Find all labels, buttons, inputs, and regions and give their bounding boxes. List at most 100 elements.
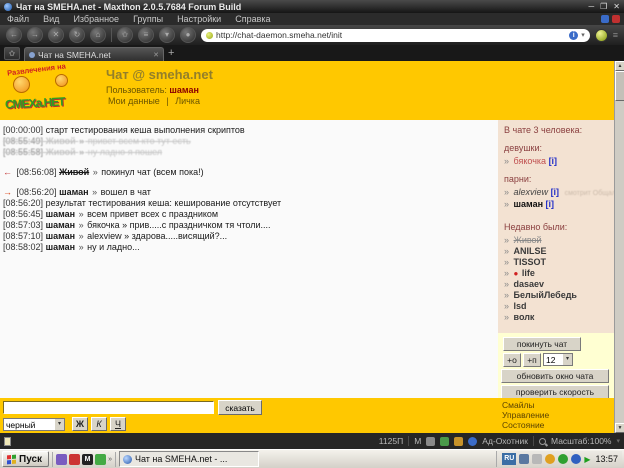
groups-button[interactable]: ≡ [138, 27, 154, 43]
bold-button[interactable]: Ж [72, 417, 88, 431]
back-button[interactable]: ← [6, 27, 22, 43]
images-icon[interactable] [440, 437, 449, 446]
recent-user-item: » БелыйЛебедь [504, 290, 608, 301]
logo-text-bottom: СМЕХа.НЕТ [5, 94, 65, 111]
tray-icon[interactable] [519, 454, 529, 464]
proxy-icon[interactable] [454, 437, 463, 446]
menu-view[interactable]: Вид [36, 14, 66, 24]
tab-chat[interactable]: Чат на SMEHA.net ✕ [24, 47, 164, 61]
refresh-chat-button[interactable]: обновить окно чата [501, 369, 609, 383]
menu-help[interactable]: Справка [228, 14, 277, 24]
tray-icon[interactable] [545, 454, 555, 464]
say-button[interactable]: сказать [218, 400, 262, 415]
forward-button[interactable]: → [27, 27, 43, 43]
info-icon[interactable]: i [569, 31, 578, 40]
my-data-link[interactable]: Мои данные [108, 96, 160, 106]
scrollbar-thumb[interactable] [615, 71, 624, 101]
document-icon [4, 437, 11, 446]
user-link[interactable]: шаман [514, 199, 544, 209]
minimize-button[interactable]: ─ [588, 2, 594, 11]
recent-users-label: Недавно были: [504, 222, 608, 233]
toggle-panel-button[interactable]: +п [523, 353, 541, 367]
new-tab-button[interactable]: + [168, 46, 174, 60]
quick-launch-icon[interactable] [69, 454, 80, 465]
printer-icon[interactable] [426, 437, 435, 446]
state-link[interactable]: Состояние [502, 420, 549, 430]
chat-message-join: → [08:56:20] шаман » вошел в чат [3, 187, 495, 198]
quick-launch-overflow-icon[interactable]: » [108, 456, 112, 463]
leave-chat-button[interactable]: покинуть чат [503, 337, 581, 351]
message-input[interactable] [3, 401, 214, 414]
italic-button[interactable]: К [91, 417, 107, 431]
refresh-button[interactable]: ↻ [69, 27, 85, 43]
close-button[interactable]: ✕ [613, 2, 620, 11]
text-color-select[interactable]: черный ▾ [3, 418, 65, 431]
tools-button[interactable]: ● [180, 27, 196, 43]
address-bar[interactable]: http://chat-daemon.smeha.net/init i ▾ [201, 29, 590, 42]
go-button[interactable] [595, 29, 608, 42]
taskbar: Пуск M » Чат на SMEHA.net - ... RU ▶ 13:… [0, 449, 624, 468]
user-info-link[interactable]: [i] [549, 156, 558, 166]
user-info-link[interactable]: [i] [551, 187, 560, 197]
chat-message-area[interactable]: [00:00:00] старт тестирования кеша выпол… [0, 120, 498, 398]
zoom-dropdown-icon[interactable]: ▾ [616, 437, 620, 445]
smeha-logo[interactable]: Развлечения на СМЕХа.НЕТ [3, 63, 97, 118]
user-link[interactable]: life [522, 268, 535, 278]
browser-task-icon [123, 455, 132, 464]
quick-launch-icon[interactable] [56, 454, 67, 465]
maxthon-quick-launch-icon[interactable]: M [82, 454, 93, 465]
scroll-down-icon[interactable]: ▼ [615, 423, 624, 433]
tab-close-icon[interactable]: ✕ [153, 51, 159, 59]
toggle-window-button[interactable]: +о [503, 353, 521, 367]
menu-favorites[interactable]: Избранное [66, 14, 126, 24]
url-text[interactable]: http://chat-daemon.smeha.net/init [216, 30, 566, 40]
smileys-link[interactable]: Смайлы [502, 400, 549, 410]
menu-file[interactable]: Файл [0, 14, 36, 24]
user-link[interactable]: волк [514, 312, 535, 322]
maximize-button[interactable]: ❐ [600, 2, 607, 11]
user-link[interactable]: dasaev [514, 279, 545, 289]
private-messages-link[interactable]: Личка [175, 96, 200, 106]
quick-launch-icon[interactable] [95, 454, 106, 465]
taskbar-window-button[interactable]: Чат на SMEHA.net - ... [119, 451, 259, 467]
home-button[interactable]: ⌂ [90, 27, 106, 43]
menu-groups[interactable]: Группы [126, 14, 170, 24]
user-line: Пользователь: шаман [106, 85, 199, 95]
zoom-level[interactable]: Масштаб:100% [551, 436, 611, 446]
tray-icon[interactable] [558, 454, 568, 464]
quick-access-button[interactable]: ✩ [4, 47, 20, 60]
start-button[interactable]: Пуск [2, 451, 49, 467]
user-link[interactable]: alexview [514, 187, 549, 197]
stop-button[interactable]: ✕ [48, 27, 64, 43]
font-size-select[interactable]: 12 ▾ [543, 353, 573, 366]
tray-play-icon[interactable]: ▶ [584, 455, 590, 464]
adhunter-label[interactable]: Ад-Охотник [482, 436, 528, 446]
recent-user-item: » Живой [504, 235, 608, 246]
language-indicator[interactable]: RU [502, 453, 516, 465]
compose-area: сказать черный ▾ Ж К Ч Смайлы Управление… [0, 398, 614, 433]
tray-icon[interactable] [532, 454, 542, 464]
underline-button[interactable]: Ч [110, 417, 126, 431]
user-link[interactable]: ANILSE [514, 246, 547, 256]
toolbar-overflow-icon[interactable]: ≡ [613, 30, 618, 40]
maxthon-badge: M [414, 436, 421, 446]
manage-link[interactable]: Управление [502, 410, 549, 420]
tray-icon[interactable] [571, 454, 581, 464]
check-speed-button[interactable]: проверить скорость [501, 385, 609, 399]
url-dropdown-icon[interactable]: ▾ [581, 31, 585, 39]
user-link[interactable]: lsd [514, 301, 527, 311]
page-scrollbar[interactable]: ▲ ▼ [614, 61, 624, 433]
feed-icon[interactable] [612, 15, 620, 23]
menu-settings[interactable]: Настройки [170, 14, 228, 24]
user-link[interactable]: бякочка [514, 156, 547, 166]
user-link[interactable]: Живой [514, 235, 542, 245]
dropdown-button[interactable]: ▾ [159, 27, 175, 43]
windows-flag-icon [7, 454, 16, 464]
user-link[interactable]: TISSOT [514, 257, 547, 267]
user-link[interactable]: БелыйЛебедь [514, 290, 577, 300]
page-content: Развлечения на СМЕХа.НЕТ Чат @ smeha.net… [0, 61, 624, 433]
scroll-up-icon[interactable]: ▲ [615, 61, 624, 71]
user-info-link[interactable]: [i] [546, 199, 555, 209]
skin-icon[interactable] [601, 15, 609, 23]
favorites-button[interactable]: ✩ [117, 27, 133, 43]
